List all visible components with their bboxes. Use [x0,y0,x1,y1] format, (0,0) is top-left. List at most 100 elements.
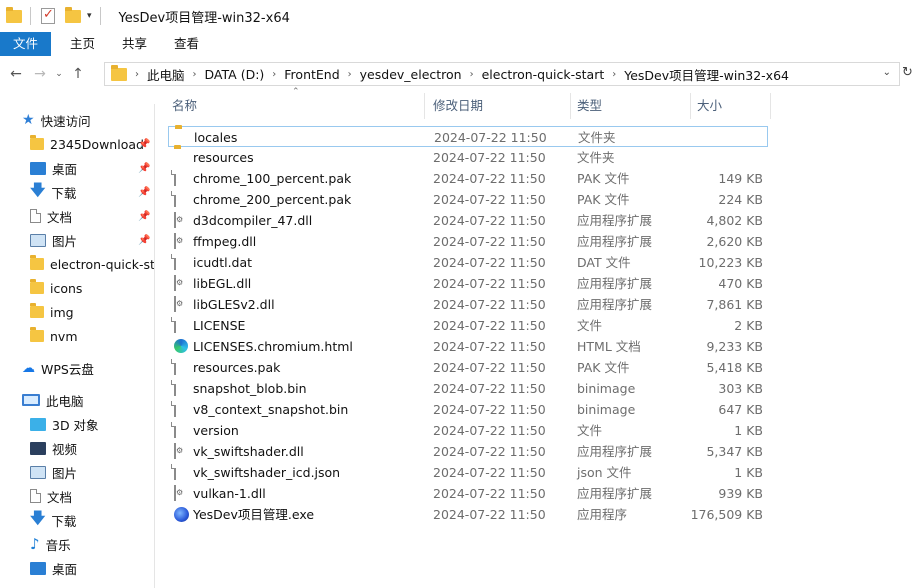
file-size: 2 KB [734,318,763,333]
file-type: binimage [577,381,636,396]
column-header-name[interactable]: 名称 [172,93,422,119]
file-row[interactable]: d3dcompiler_47.dll 2024-07-22 11:50 应用程序扩展… [168,210,768,231]
column-divider[interactable] [424,93,425,119]
sidebar-item-music[interactable]: ♪ 音乐 [30,532,154,556]
file-row[interactable]: libGLESv2.dll 2024-07-22 11:50 应用程序扩展 7,861… [168,294,768,315]
sidebar-item-documents[interactable]: 文档 [30,204,154,228]
window-title: YesDev项目管理-win32-x64 [118,10,290,26]
column-header-size[interactable]: 大小 [697,93,767,119]
pin-icon[interactable]: 📌 [138,187,150,198]
column-header-date[interactable]: 修改日期 [433,93,563,119]
pin-icon[interactable]: 📌 [138,211,150,222]
sidebar-item-electron-quick-start[interactable]: electron-quick-sta [30,252,154,276]
file-row[interactable]: chrome_100_percent.pak 2024-07-22 11:50 PA… [168,168,768,189]
sidebar-item-2345download[interactable]: 2345Download [30,132,154,156]
pin-icon[interactable]: 📌 [138,163,150,174]
breadcrumb-frontend[interactable]: FrontEnd [284,67,339,82]
sidebar-item-icons[interactable]: icons [30,276,154,300]
file-name: vk_swiftshader_icd.json [193,465,341,480]
new-folder-icon[interactable] [65,6,81,23]
refresh-icon[interactable]: ↻ [902,65,913,80]
sidebar-item-wps-cloud[interactable]: ☁ WPS云盘 [22,356,154,380]
file-name: icudtl.dat [193,255,253,270]
tab-file[interactable]: 文件 [0,32,52,56]
file-row[interactable]: vk_swiftshader_icd.json 2024-07-22 11:50 j… [168,462,768,483]
chevron-right-icon[interactable]: › [193,69,197,80]
file-type: 应用程序扩展 [577,234,653,249]
file-icon [174,422,176,438]
file-row[interactable]: icudtl.dat 2024-07-22 11:50 DAT 文件 10,223 K… [168,252,768,273]
breadcrumb-data-drive[interactable]: DATA (D:) [205,67,265,82]
customize-toolbar-icon[interactable]: ▾ [87,11,92,21]
sidebar-item-this-pc[interactable]: 此电脑 [22,388,154,412]
folder-icon [30,327,44,342]
address-bar[interactable]: › 此电脑 › DATA (D:) › FrontEnd › yesdev_el… [104,62,900,86]
file-modified-date: 2024-07-22 11:50 [433,171,546,186]
tab-home[interactable]: 主页 [58,32,107,56]
file-modified-date: 2024-07-22 11:50 [433,150,546,165]
file-row[interactable]: LICENSES.chromium.html 2024-07-22 11:50 HT… [168,336,768,357]
file-type: 应用程序扩展 [577,276,653,291]
tab-view[interactable]: 查看 [162,32,211,56]
file-row[interactable]: vk_swiftshader.dll 2024-07-22 11:50 应用程序扩展… [168,441,768,462]
chevron-right-icon[interactable]: › [470,69,474,80]
file-name: vulkan-1.dll [193,486,266,501]
forward-arrow-icon[interactable]: → [28,66,52,82]
breadcrumb-electron-quick-start[interactable]: electron-quick-start [482,67,605,82]
file-row[interactable]: ffmpeg.dll 2024-07-22 11:50 应用程序扩展 2,620 KB [168,231,768,252]
chevron-right-icon[interactable]: › [612,69,616,80]
file-type: 应用程序扩展 [577,213,653,228]
file-row[interactable]: vulkan-1.dll 2024-07-22 11:50 应用程序扩展 939 KB [168,483,768,504]
folder-icon [6,6,22,23]
folder-icon [111,64,127,81]
pin-icon[interactable]: 📌 [138,235,150,246]
sidebar-item-pc-pictures[interactable]: 图片 [30,460,154,484]
breadcrumb-this-pc[interactable]: 此电脑 [147,65,185,84]
column-divider[interactable] [770,93,771,119]
address-dropdown-icon[interactable]: ⌄ [883,67,891,78]
file-row[interactable]: version 2024-07-22 11:50 文件 1 KB [168,420,768,441]
column-divider[interactable] [690,93,691,119]
sidebar-item-desktop[interactable]: 桌面 [30,156,154,180]
back-arrow-icon[interactable]: ← [4,66,28,82]
file-row[interactable]: v8_context_snapshot.bin 2024-07-22 11:50 b… [168,399,768,420]
file-row[interactable]: LICENSE 2024-07-22 11:50 文件 2 KB [168,315,768,336]
chevron-right-icon[interactable]: › [135,69,139,80]
recent-locations-chevron-icon[interactable]: ⌄ [52,69,66,79]
breadcrumb-yesdev-electron[interactable]: yesdev_electron [360,67,462,82]
application-icon [174,507,189,522]
divider [30,7,31,25]
sidebar-item-3d-objects[interactable]: 3D 对象 [30,412,154,436]
file-row[interactable]: libEGL.dll 2024-07-22 11:50 应用程序扩展 470 KB [168,273,768,294]
chevron-right-icon[interactable]: › [272,69,276,80]
sidebar-item-pictures[interactable]: 图片 [30,228,154,252]
file-size: 939 KB [718,486,763,501]
dll-file-icon [174,233,176,249]
sidebar-item-quick-access[interactable]: ★ 快速访问 [22,108,154,132]
column-divider[interactable] [570,93,571,119]
file-row[interactable]: snapshot_blob.bin 2024-07-22 11:50 binimag… [168,378,768,399]
file-modified-date: 2024-07-22 11:50 [433,276,546,291]
sidebar-item-pc-documents[interactable]: 文档 [30,484,154,508]
breadcrumb-current-folder[interactable]: YesDev项目管理-win32-x64 [624,65,789,84]
file-size: 2,620 KB [706,234,763,249]
sidebar-item-img[interactable]: img [30,300,154,324]
up-arrow-icon[interactable]: ↑ [66,66,90,82]
column-header-type[interactable]: 类型 [577,93,677,119]
sidebar-item-nvm[interactable]: nvm [30,324,154,348]
sidebar-item-pc-desktop[interactable]: 桌面 [30,556,154,580]
file-row[interactable]: locales 2024-07-22 11:50 文件夹 [168,126,768,147]
file-row[interactable]: YesDev项目管理.exe 2024-07-22 11:50 应用程序 176,50… [168,504,768,525]
pin-icon[interactable]: 📌 [138,139,150,150]
file-row[interactable]: resources 2024-07-22 11:50 文件夹 [168,147,768,168]
file-row[interactable]: chrome_200_percent.pak 2024-07-22 11:50 PA… [168,189,768,210]
file-size: 149 KB [718,171,763,186]
chevron-right-icon[interactable]: › [348,69,352,80]
file-row[interactable]: resources.pak 2024-07-22 11:50 PAK 文件 5,418… [168,357,768,378]
properties-icon[interactable] [41,7,55,24]
sidebar-item-videos[interactable]: 视频 [30,436,154,460]
tab-share[interactable]: 共享 [110,32,159,56]
sidebar-item-downloads[interactable]: 🡇 下载 [30,180,154,204]
sidebar-item-pc-downloads[interactable]: 🡇 下载 [30,508,154,532]
file-name: d3dcompiler_47.dll [193,213,313,228]
